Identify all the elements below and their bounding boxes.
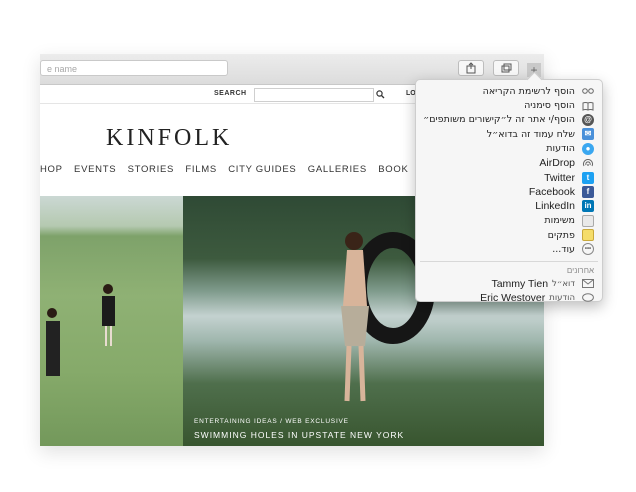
linkedin-icon: in bbox=[582, 200, 594, 213]
menu-item-label: משימות bbox=[544, 215, 575, 227]
menu-item-label: עוד... bbox=[552, 243, 575, 255]
nav-events[interactable]: EVENTS bbox=[74, 164, 116, 175]
messages-icon: ● bbox=[582, 142, 594, 155]
recent-name-label: Eric Westover bbox=[480, 292, 546, 305]
recent-name-label: Tammy Tien bbox=[491, 277, 549, 290]
bookmark-icon bbox=[582, 100, 594, 112]
shared-links-icon: @ bbox=[582, 113, 594, 126]
girls-in-field-photo[interactable] bbox=[40, 196, 183, 446]
menu-item-label: הודעות bbox=[546, 143, 575, 155]
menu-item-label: הוסף סימניה bbox=[524, 100, 575, 112]
menu-item-reminders[interactable]: משימות bbox=[416, 214, 602, 228]
search-icon[interactable] bbox=[376, 90, 385, 99]
menu-item-more[interactable]: ••• עוד... bbox=[416, 242, 602, 256]
nav-stories[interactable]: STORIES bbox=[128, 164, 174, 175]
menu-item-shared-links[interactable]: @ הוסף/י אתר זה ל״קישורים משותפים״ bbox=[416, 113, 602, 127]
menu-item-label: Twitter bbox=[544, 171, 575, 184]
menu-item-label: פתקים bbox=[547, 229, 575, 241]
message-bubble-icon bbox=[582, 292, 594, 304]
menu-item-facebook[interactable]: f Facebook bbox=[416, 185, 602, 199]
share-icon bbox=[466, 62, 476, 74]
tabs-icon bbox=[501, 63, 512, 73]
airdrop-icon bbox=[582, 157, 594, 169]
menu-item-label: הוסף לרשימת הקריאה bbox=[482, 85, 575, 97]
site-search-input[interactable] bbox=[254, 88, 374, 102]
menu-item-label: הוסף/י אתר זה ל״קישורים משותפים״ bbox=[423, 114, 575, 126]
mail-outline-icon bbox=[582, 278, 594, 290]
twitter-icon: t bbox=[582, 171, 594, 184]
menu-item-label: Facebook bbox=[528, 185, 575, 198]
nav-shop[interactable]: HOP bbox=[40, 164, 63, 175]
tab-overview-button[interactable] bbox=[493, 60, 519, 76]
menu-item-label: AirDrop bbox=[539, 157, 575, 170]
menu-item-airdrop[interactable]: AirDrop bbox=[416, 156, 602, 170]
share-button[interactable] bbox=[458, 60, 484, 76]
nav-city-guides[interactable]: CITY GUIDES bbox=[228, 164, 296, 175]
menu-item-linkedin[interactable]: in LinkedIn bbox=[416, 199, 602, 213]
recent-via-label: דוא״ל bbox=[552, 278, 575, 289]
nav-films[interactable]: FILMS bbox=[185, 164, 216, 175]
nav-book[interactable]: BOOK bbox=[378, 164, 408, 175]
menu-divider bbox=[420, 260, 598, 262]
figures-illustration bbox=[46, 284, 115, 376]
feature-headline[interactable]: SWIMMING HOLES IN UPSTATE NEW YORK bbox=[194, 430, 404, 440]
recents-header: אחרונים bbox=[566, 265, 594, 275]
menu-item-email-page[interactable]: ✉ שלח עמוד זה בדוא״ל bbox=[416, 127, 602, 141]
reading-list-icon bbox=[582, 85, 594, 97]
feature-kicker: ENTERTAINING IDEAS / WEB EXCLUSIVE bbox=[194, 418, 349, 425]
menu-item-label: LinkedIn bbox=[535, 200, 575, 213]
reminders-icon bbox=[582, 214, 594, 227]
menu-item-twitter[interactable]: t Twitter bbox=[416, 170, 602, 184]
site-nav: HOP EVENTS STORIES FILMS CITY GUIDES GAL… bbox=[40, 164, 417, 175]
search-label: SEARCH bbox=[214, 90, 247, 97]
menu-item-messages[interactable]: ● הודעות bbox=[416, 142, 602, 156]
menu-item-reading-list[interactable]: הוסף לרשימת הקריאה bbox=[416, 84, 602, 98]
menu-item-label: שלח עמוד זה בדוא״ל bbox=[486, 128, 575, 140]
mail-icon: ✉ bbox=[582, 128, 594, 141]
recent-via-label: הודעות bbox=[549, 293, 575, 304]
share-menu: הוסף לרשימת הקריאה הוסף סימניה @ הוסף/י … bbox=[415, 79, 603, 305]
facebook-icon: f bbox=[582, 185, 594, 198]
recent-tammy-tien[interactable]: דוא״ל Tammy Tien bbox=[416, 277, 602, 291]
menu-item-add-bookmark[interactable]: הוסף סימניה bbox=[416, 98, 602, 112]
address-bar[interactable]: e name bbox=[40, 60, 228, 76]
recent-eric-westover[interactable]: הודעות Eric Westover bbox=[416, 291, 602, 305]
menu-item-notes[interactable]: פתקים bbox=[416, 228, 602, 242]
nav-galleries[interactable]: GALLERIES bbox=[308, 164, 367, 175]
site-logo[interactable]: KINFOLK bbox=[106, 125, 232, 152]
notes-icon bbox=[582, 229, 594, 242]
more-icon: ••• bbox=[582, 243, 594, 256]
